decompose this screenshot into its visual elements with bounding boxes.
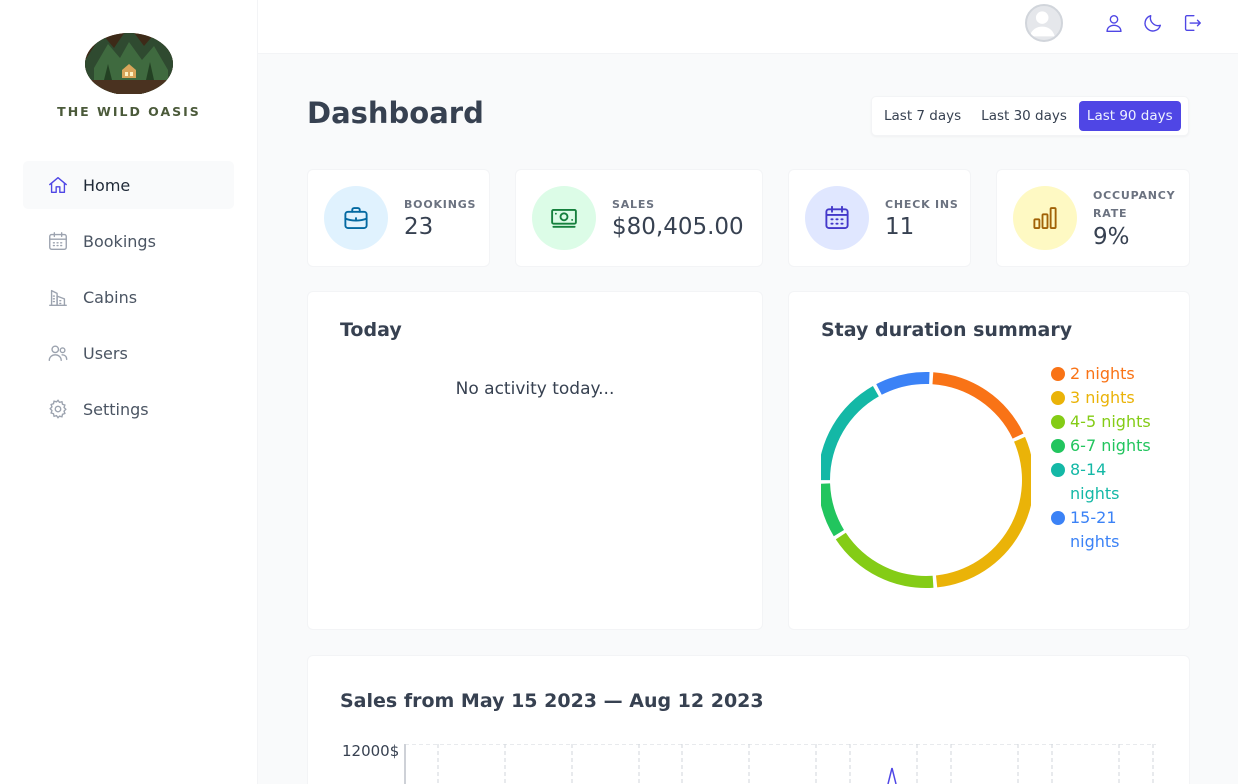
legend-dot <box>1051 439 1065 453</box>
sales-panel: Sales from May 15 2023 — Aug 12 2023 120… <box>307 655 1190 784</box>
legend-item-15-21-nights: 15-21 nights <box>1051 506 1151 554</box>
duration-panel: Stay duration summary 2 nights 3 nights … <box>788 291 1190 630</box>
stay-duration-donut-chart <box>821 372 1031 588</box>
legend-label: 2 nights <box>1070 364 1135 383</box>
sidebar-item-label: Cabins <box>83 287 138 307</box>
sidebar-item-settings[interactable]: Settings <box>23 385 234 433</box>
stat-title: Occupancy rate <box>1093 189 1176 220</box>
panel-title: Today <box>340 319 402 341</box>
main-nav: Home Bookings Cabins Users Settings <box>23 161 234 441</box>
logo: THE WILD OASIS <box>0 24 258 119</box>
sidebar-item-cabins[interactable]: Cabins <box>23 273 234 321</box>
stat-icon-bg <box>532 186 596 250</box>
panel-title: Sales from May 15 2023 — Aug 12 2023 <box>340 690 764 712</box>
filter-last-90-days[interactable]: Last 90 days <box>1078 101 1181 131</box>
filter-last-7-days[interactable]: Last 7 days <box>876 101 969 131</box>
vertical-grid <box>437 744 1154 784</box>
legend-label: 4-5 nights <box>1070 412 1151 431</box>
sidebar-item-label: Bookings <box>83 231 156 251</box>
donut-slice-4-5-nights[interactable] <box>835 532 934 588</box>
home-icon <box>49 176 67 194</box>
calendar-days-icon <box>825 205 849 229</box>
legend-dot <box>1051 367 1065 381</box>
moon-icon[interactable] <box>1142 12 1164 34</box>
filter-last-30-days[interactable]: Last 30 days <box>973 101 1075 131</box>
donut-slice-2-nights[interactable] <box>932 372 1024 439</box>
sidebar-item-bookings[interactable]: Bookings <box>23 217 234 265</box>
legend-dot <box>1051 391 1065 405</box>
legend-dot <box>1051 463 1065 477</box>
stat-check-ins: Check ins 11 <box>788 169 971 267</box>
donut-slice-3-nights[interactable] <box>935 436 1031 588</box>
legend-item-3-nights: 3 nights <box>1051 386 1151 410</box>
page-title: Dashboard <box>307 96 484 130</box>
legend-label: 3 nights <box>1070 388 1135 407</box>
avatar-placeholder-icon <box>1029 11 1055 37</box>
stat-title: Check ins <box>885 198 959 211</box>
legend-item-2-nights: 2 nights <box>1051 362 1151 386</box>
sales-line <box>887 767 897 784</box>
stat-value: 23 <box>404 214 434 240</box>
legend-label: 8-14 nights <box>1070 460 1120 503</box>
calendar-icon <box>49 232 67 250</box>
briefcase-icon <box>344 207 368 229</box>
sidebar-item-label: Settings <box>83 399 149 419</box>
today-panel: Today No activity today... <box>307 291 763 630</box>
stat-value: 11 <box>885 214 915 240</box>
donut-slice-8-14-nights[interactable] <box>821 385 879 481</box>
stat-icon-bg <box>805 186 869 250</box>
sidebar-item-home[interactable]: Home <box>23 161 234 209</box>
date-filter: Last 7 days Last 30 days Last 90 days <box>871 96 1189 136</box>
stat-bookings: Bookings 23 <box>307 169 490 267</box>
legend-item-4-5-nights: 4-5 nights <box>1051 410 1151 434</box>
sidebar-item-users[interactable]: Users <box>23 329 234 377</box>
chart-legend: 2 nights 3 nights 4-5 nights 6-7 nights … <box>1051 362 1151 554</box>
users-icon <box>48 345 68 362</box>
legend-label: 6-7 nights <box>1070 436 1151 455</box>
y-axis-tick-label: 12000$ <box>342 742 400 760</box>
sales-area-chart <box>404 744 1156 784</box>
stat-value: 9% <box>1093 224 1130 250</box>
stat-title: Sales <box>612 198 655 211</box>
legend-item-6-7-nights: 6-7 nights <box>1051 434 1151 458</box>
sidebar-item-label: Home <box>83 175 131 195</box>
stat-title: Bookings <box>404 198 477 211</box>
stat-sales: Sales $80,405.00 <box>515 169 763 267</box>
stat-icon-bg <box>324 186 388 250</box>
top-header <box>258 0 1238 54</box>
legend-item-8-14-nights: 8-14 nights <box>1051 458 1151 506</box>
sidebar-item-label: Users <box>83 343 128 363</box>
sidebar: THE WILD OASIS Home Bookings Cabins User… <box>0 0 258 784</box>
donut-slice-15-21-nights[interactable] <box>876 372 930 395</box>
banknotes-icon <box>551 208 577 228</box>
legend-label: 15-21 nights <box>1070 508 1120 551</box>
logo-text: THE WILD OASIS <box>57 104 201 119</box>
stat-occupancy-rate: Occupancy rate 9% <box>996 169 1190 267</box>
gear-icon <box>49 399 67 419</box>
chart-bar-icon <box>1033 207 1057 229</box>
stat-value: $80,405.00 <box>612 214 744 240</box>
avatar[interactable] <box>1025 4 1063 42</box>
cabins-icon <box>49 289 67 306</box>
legend-dot <box>1051 511 1065 525</box>
logout-icon[interactable] <box>1181 12 1203 34</box>
stat-icon-bg <box>1013 186 1077 250</box>
panel-title: Stay duration summary <box>821 319 1073 341</box>
legend-dot <box>1051 415 1065 429</box>
no-activity-text: No activity today... <box>455 379 615 399</box>
donut-slice-6-7-nights[interactable] <box>821 483 845 537</box>
logo-image <box>85 33 173 94</box>
user-icon[interactable] <box>1103 12 1125 34</box>
